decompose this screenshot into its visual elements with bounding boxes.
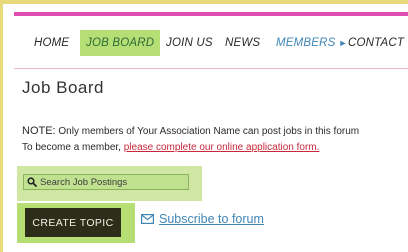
main-nav: HOME JOB BOARD JOIN US NEWS MEMBERS ► CON…: [14, 30, 408, 56]
chevron-right-icon: ►: [338, 38, 348, 48]
subscribe-label: Subscribe to forum: [159, 212, 264, 226]
search-input[interactable]: [40, 176, 180, 188]
nav-item-members[interactable]: MEMBERS ►: [276, 30, 348, 56]
note-text: Only members of Your Association Name ca…: [55, 126, 360, 137]
nav-item-members-label: MEMBERS: [276, 37, 336, 49]
frame-left-border: [0, 0, 3, 252]
envelope-icon: [141, 214, 154, 224]
application-form-link[interactable]: please complete our online application f…: [124, 142, 320, 153]
nav-item-contact[interactable]: CONTACT: [348, 30, 404, 56]
page-title: Job Board: [22, 78, 104, 97]
nav-item-news[interactable]: NEWS: [225, 30, 260, 56]
search-box: [23, 174, 189, 190]
create-topic-button[interactable]: CREATE TOPIC: [25, 208, 121, 237]
header-accent-stripe: [14, 12, 408, 16]
note-label: NOTE:: [22, 125, 56, 137]
note-line-1: NOTE: Only members of Your Association N…: [22, 123, 408, 140]
note-text-2: To become a member,: [22, 142, 124, 153]
frame-top-border: [0, 0, 408, 4]
note-line-2: To become a member, please complete our …: [22, 140, 408, 156]
header-divider: [14, 68, 408, 69]
nav-item-home[interactable]: HOME: [34, 30, 69, 56]
nav-item-job-board[interactable]: JOB BOARD: [80, 30, 161, 56]
search-icon[interactable]: [24, 177, 40, 187]
subscribe-link[interactable]: Subscribe to forum: [141, 212, 264, 226]
nav-item-join-us[interactable]: JOIN US: [166, 30, 213, 56]
membership-note: NOTE: Only members of Your Association N…: [22, 123, 408, 156]
